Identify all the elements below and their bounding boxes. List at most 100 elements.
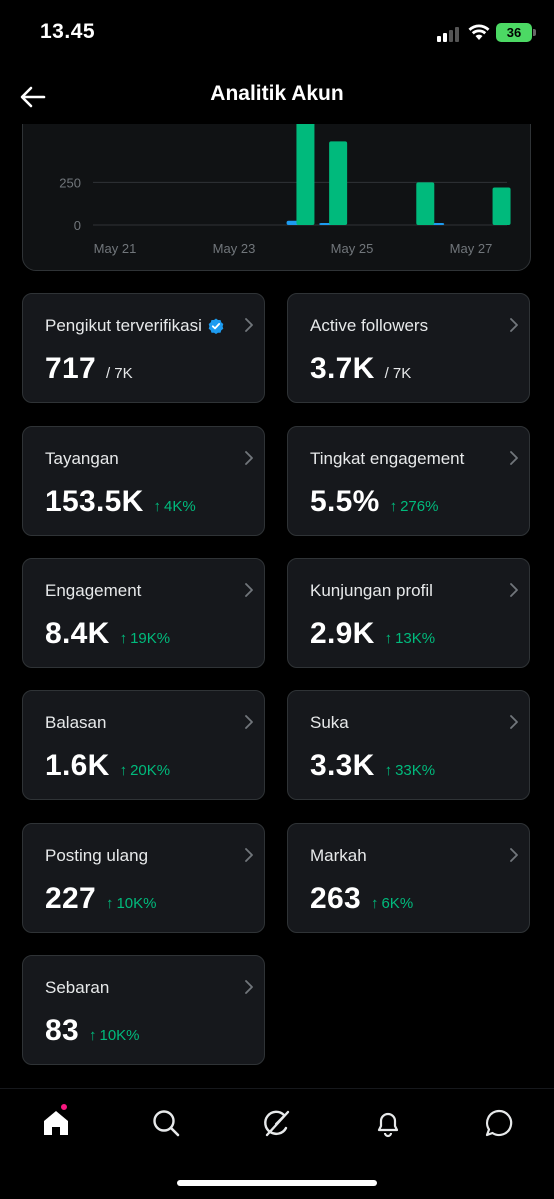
metric-value: 2.9K [310, 617, 375, 650]
metric-change: ↑ 276% [390, 498, 439, 515]
messages-icon [485, 1109, 513, 1137]
metric-card-balasan[interactable]: Balasan 1.6K ↑ 20K% [22, 690, 265, 800]
metric-change: ↑ 4K% [154, 498, 196, 515]
battery-indicator: 36 [496, 23, 532, 42]
bar-green [296, 124, 315, 225]
metric-card-engagement[interactable]: Engagement 8.4K ↑ 19K% [22, 558, 265, 668]
metric-label: Engagement [45, 581, 142, 600]
x-tick-label: May 27 [450, 241, 493, 256]
metric-change: ↑ 13K% [385, 630, 436, 647]
metric-change-value: 276% [400, 498, 439, 515]
chevron-right-icon [245, 451, 253, 465]
chevron-right-icon [245, 583, 253, 597]
home-indicator [177, 1180, 377, 1186]
metric-label-wrap: Tingkat engagement [310, 449, 464, 469]
chart-container: 7502500May 21May 23May 25May 27 [22, 124, 531, 272]
metric-change-value: 10K% [116, 895, 157, 912]
chart-card: 7502500May 21May 23May 25May 27 [22, 124, 531, 271]
arrow-up-icon: ↑ [153, 498, 162, 515]
metric-value-row: 2.9K ↑ 13K% [310, 617, 435, 651]
metric-label-wrap: Tayangan [45, 449, 119, 469]
verified-badge-icon [208, 318, 224, 334]
metric-change: ↑ 10K% [106, 895, 157, 912]
metric-value-row: 83 ↑ 10K% [45, 1014, 140, 1048]
metric-label-wrap: Pengikut terverifikasi [45, 316, 224, 336]
metric-change-value: 4K% [164, 498, 196, 515]
metric-card-kunjungan-profil[interactable]: Kunjungan profil 2.9K ↑ 13K% [287, 558, 530, 668]
metric-value: 263 [310, 882, 361, 915]
metric-label: Active followers [310, 316, 429, 335]
metric-value-row: 1.6K ↑ 20K% [45, 749, 170, 783]
nav-grok[interactable] [257, 1103, 297, 1143]
metric-label-wrap: Active followers [310, 316, 428, 336]
metric-card-sebaran[interactable]: Sebaran 83 ↑ 10K% [22, 955, 265, 1065]
arrow-up-icon: ↑ [384, 630, 393, 647]
metric-card-tayangan[interactable]: Tayangan 153.5K ↑ 4K% [22, 426, 265, 536]
home-icon [44, 1111, 68, 1135]
nav-home[interactable] [36, 1103, 76, 1143]
chevron-right-icon [510, 715, 518, 729]
chevron-right-icon [510, 848, 518, 862]
grok-icon [264, 1110, 290, 1137]
metric-card-posting-ulang[interactable]: Posting ulang 227 ↑ 10K% [22, 823, 265, 933]
metric-change-value: 6K% [381, 895, 414, 912]
chevron-right-icon [245, 848, 253, 862]
arrow-up-icon: ↑ [88, 1027, 97, 1044]
metric-card-suka[interactable]: Suka 3.3K ↑ 33K% [287, 690, 530, 800]
battery-level: 36 [506, 25, 522, 40]
metric-label: Markah [310, 846, 367, 865]
metric-value: 8.4K [45, 617, 110, 650]
metric-value-row: 5.5% ↑ 276% [310, 485, 438, 519]
metric-change: ↑ 19K% [120, 630, 171, 647]
arrow-up-icon: ↑ [119, 630, 128, 647]
metric-label-wrap: Posting ulang [45, 846, 148, 866]
screen: 13.45 36 Analitik Akun 7502500May 21May … [0, 0, 554, 1199]
metric-value: 153.5K [45, 485, 144, 518]
metric-label-wrap: Kunjungan profil [310, 581, 433, 601]
metric-value: 227 [45, 882, 96, 915]
metric-value-row: 3.3K ↑ 33K% [310, 749, 435, 783]
status-time: 13.45 [40, 20, 96, 43]
metric-value-row: 153.5K ↑ 4K% [45, 485, 196, 519]
metric-value-row: 8.4K ↑ 19K% [45, 617, 170, 651]
nav-notifications[interactable] [368, 1103, 408, 1143]
metric-total: / 7K [105, 365, 133, 382]
metric-change-value: 13K% [395, 630, 436, 647]
notification-dot [60, 1103, 68, 1111]
metric-label-wrap: Suka [310, 713, 349, 733]
metric-total: / 7K [384, 365, 412, 382]
y-tick-label: 0 [74, 218, 81, 233]
metric-value: 3.3K [310, 749, 375, 782]
metric-change-value: 20K% [130, 762, 171, 779]
metric-card-active-followers[interactable]: Active followers 3.7K / 7K [287, 293, 530, 403]
metric-label-wrap: Markah [310, 846, 367, 866]
metric-label: Posting ulang [45, 846, 149, 865]
header: Analitik Akun [0, 70, 554, 124]
arrow-up-icon: ↑ [105, 895, 114, 912]
x-tick-label: May 21 [94, 241, 137, 256]
x-tick-label: May 25 [331, 241, 374, 256]
activity-chart: 7502500May 21May 23May 25May 27 [59, 124, 511, 256]
metric-label: Tingkat engagement [310, 449, 465, 468]
metric-value: 83 [45, 1014, 79, 1047]
metric-label: Kunjungan profil [310, 581, 433, 600]
metric-card-pengikut-terverifikasi[interactable]: Pengikut terverifikasi 717 / 7K [22, 293, 265, 403]
arrow-up-icon: ↑ [384, 762, 393, 779]
metric-value: 1.6K [45, 749, 110, 782]
metric-change-value: 33K% [395, 762, 436, 779]
metric-value: 717 [45, 352, 96, 385]
nav-search[interactable] [146, 1103, 186, 1143]
metric-label-wrap: Sebaran [45, 978, 109, 998]
metric-card-tingkat-engagement[interactable]: Tingkat engagement 5.5% ↑ 276% [287, 426, 530, 536]
arrow-up-icon: ↑ [389, 498, 398, 515]
metric-label: Suka [310, 713, 349, 732]
wifi-icon [468, 24, 490, 40]
arrow-up-icon: ↑ [370, 895, 379, 912]
metric-value-row: 263 ↑ 6K% [310, 882, 413, 916]
metric-card-markah[interactable]: Markah 263 ↑ 6K% [287, 823, 530, 933]
metric-change-value: 10K% [99, 1027, 140, 1044]
metric-change: ↑ 33K% [385, 762, 436, 779]
chevron-right-icon [510, 451, 518, 465]
nav-messages[interactable] [479, 1103, 519, 1143]
metric-change: ↑ 20K% [120, 762, 171, 779]
